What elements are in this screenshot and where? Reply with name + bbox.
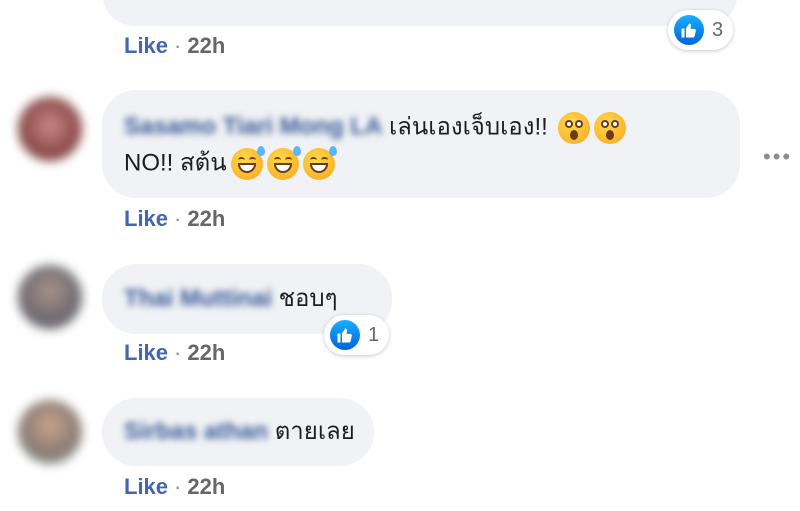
like-link[interactable]: Like <box>124 474 168 499</box>
reaction-count: 1 <box>368 323 380 346</box>
astonished-face-icon <box>594 112 627 144</box>
astonished-face-icon <box>558 112 591 144</box>
grinning-sweat-face-icon <box>302 146 337 180</box>
comment-text: NO!! สต้น <box>124 149 227 177</box>
comment-text: ตายเลย <box>274 418 355 445</box>
comment-bubble-0 <box>102 0 738 26</box>
grinning-sweat-face-icon <box>230 146 265 180</box>
timestamp[interactable]: 22h <box>187 474 225 499</box>
comment-text-line-1: Sasamo Tiari Mong LA เล่นเองเจ็บเอง!! <box>124 112 627 144</box>
avatar[interactable] <box>18 400 82 464</box>
comment-text: เล่นเองเจ็บเอง!! <box>388 113 548 141</box>
reaction-badge-2[interactable]: 1 <box>324 315 390 355</box>
commenter-name[interactable]: Sirbas athan <box>124 417 268 447</box>
comment-meta-3: Like · 22h <box>124 474 226 499</box>
like-icon <box>330 320 360 350</box>
like-link[interactable]: Like <box>124 206 168 231</box>
commenter-name[interactable]: Sasamo Tiari Mong LA <box>124 112 382 142</box>
comment-text-line-2: NO!! สต้น <box>124 146 337 180</box>
like-link[interactable]: Like <box>124 340 168 365</box>
reaction-badge-0[interactable]: 3 <box>668 10 734 50</box>
avatar[interactable] <box>18 265 82 329</box>
comment-text-line: Thai Muttinai ชอบๆ <box>124 284 337 314</box>
timestamp[interactable]: 22h <box>187 206 225 231</box>
avatar[interactable] <box>18 97 82 161</box>
like-link[interactable]: Like <box>124 33 168 58</box>
comment-meta-2: Like · 22h <box>124 340 226 365</box>
timestamp[interactable]: 22h <box>187 33 225 58</box>
like-icon <box>674 15 704 45</box>
comment-bubble-1 <box>102 90 740 198</box>
comment-text-line: Sirbas athan ตายเลย <box>124 417 355 447</box>
more-options-icon[interactable]: ••• <box>763 144 792 170</box>
comment-meta-1: Like · 22h <box>124 206 226 231</box>
reaction-count: 3 <box>712 18 724 41</box>
comment-text: ชอบๆ <box>278 285 338 312</box>
comment-meta-0: Like · 22h <box>124 33 226 58</box>
grinning-sweat-face-icon <box>266 146 301 180</box>
timestamp[interactable]: 22h <box>187 340 225 365</box>
commenter-name[interactable]: Thai Muttinai <box>124 284 272 314</box>
